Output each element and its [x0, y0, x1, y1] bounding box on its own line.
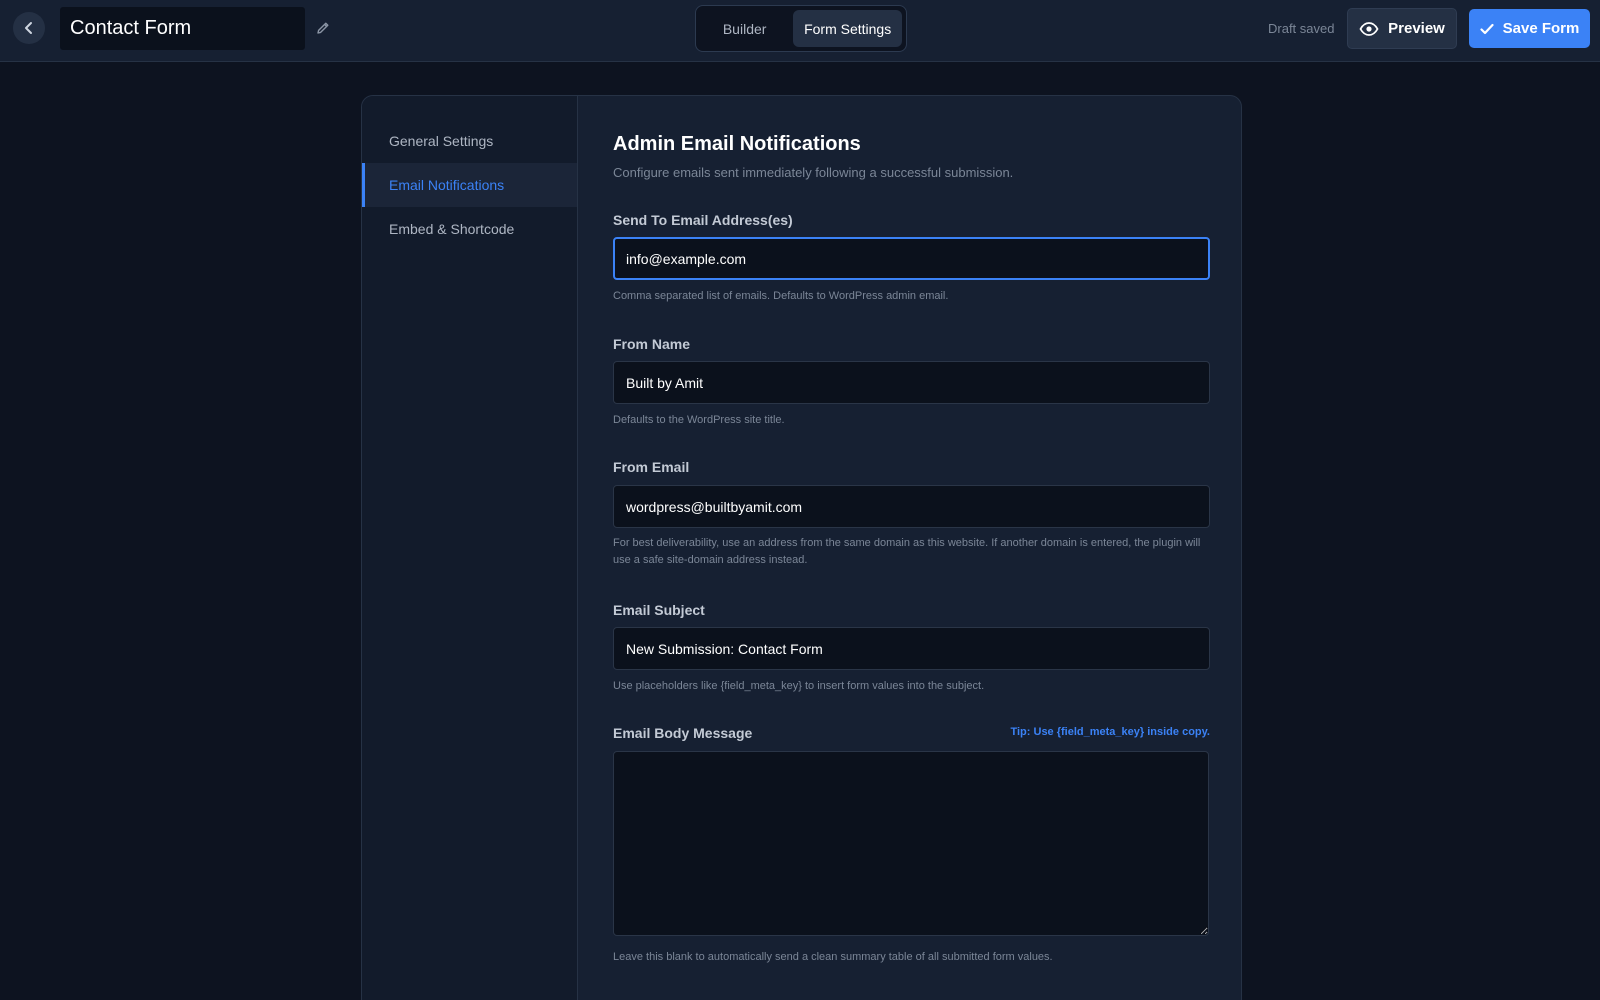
settings-card: General Settings Email Notifications Emb… [361, 95, 1242, 1000]
preview-label: Preview [1388, 20, 1445, 37]
from-name-label: From Name [613, 336, 691, 352]
chevron-left-icon [25, 22, 32, 34]
settings-sidebar: General Settings Email Notifications Emb… [362, 96, 578, 1000]
preview-button[interactable]: Preview [1347, 8, 1457, 49]
from-name-input[interactable] [613, 361, 1210, 404]
view-tabs: Builder Form Settings [695, 5, 907, 52]
sidebar-item-embed-shortcode[interactable]: Embed & Shortcode [362, 207, 577, 251]
top-bar: Builder Form Settings Draft saved Previe… [0, 0, 1600, 62]
email-body-help: Leave this blank to automatically send a… [613, 951, 1053, 963]
eye-icon [1359, 21, 1379, 36]
from-email-input[interactable] [613, 485, 1210, 528]
draft-status: Draft saved [1268, 21, 1335, 36]
email-body-tip: Tip: Use {field_meta_key} inside copy. [1010, 726, 1210, 738]
from-email-label: From Email [613, 459, 690, 475]
email-body-label: Email Body Message [613, 725, 753, 741]
section-title: Admin Email Notifications [613, 133, 861, 155]
section-description: Configure emails sent immediately follow… [613, 165, 1014, 180]
email-subject-label: Email Subject [613, 602, 705, 618]
send-to-email-input[interactable] [613, 237, 1210, 280]
email-subject-help: Use placeholders like {field_meta_key} t… [613, 680, 985, 692]
form-title-input[interactable] [60, 7, 305, 50]
sidebar-item-general-settings[interactable]: General Settings [362, 119, 577, 163]
tab-form-settings[interactable]: Form Settings [793, 10, 902, 47]
save-form-button[interactable]: Save Form [1469, 9, 1590, 48]
email-subject-input[interactable] [613, 627, 1210, 670]
tab-builder[interactable]: Builder [700, 10, 789, 47]
check-icon [1480, 23, 1494, 34]
email-body-textarea[interactable] [613, 751, 1209, 936]
send-to-label: Send To Email Address(es) [613, 212, 793, 228]
sidebar-item-email-notifications[interactable]: Email Notifications [362, 163, 577, 207]
pencil-icon[interactable] [314, 19, 332, 37]
back-button[interactable] [13, 12, 45, 44]
save-form-label: Save Form [1502, 20, 1580, 37]
send-to-help: Comma separated list of emails. Defaults… [613, 290, 949, 302]
from-email-help: For best deliverability, use an address … [613, 537, 1201, 566]
from-name-help: Defaults to the WordPress site title. [613, 414, 785, 426]
